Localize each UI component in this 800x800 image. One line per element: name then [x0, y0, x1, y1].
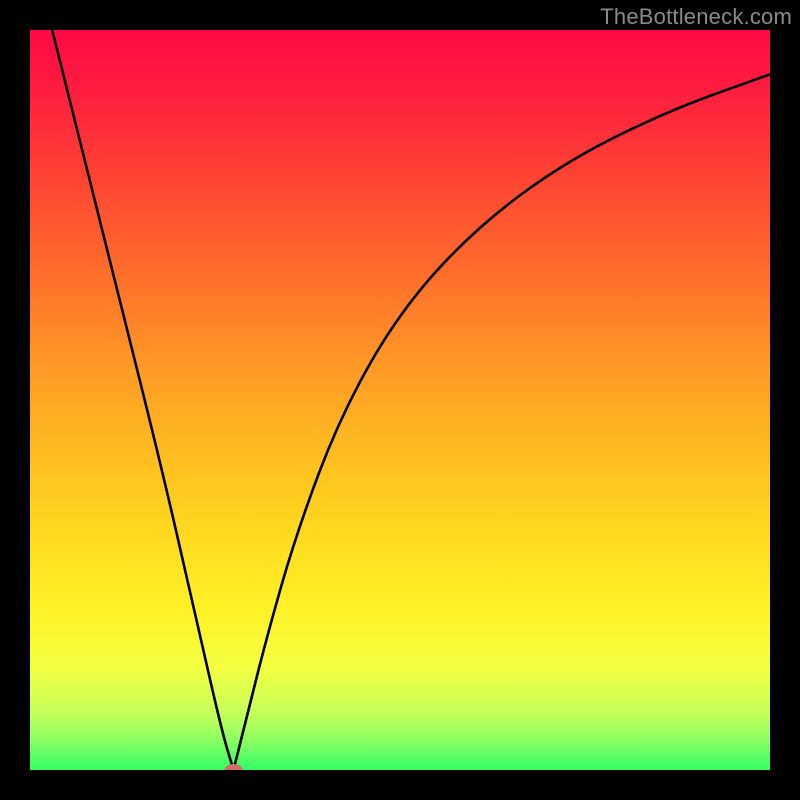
- watermark-text: TheBottleneck.com: [600, 4, 792, 30]
- chart-frame: TheBottleneck.com: [0, 0, 800, 800]
- plot-area: [30, 30, 770, 770]
- curve-layer: [30, 30, 770, 770]
- bottleneck-curve: [30, 30, 770, 770]
- minimum-marker: [225, 764, 243, 770]
